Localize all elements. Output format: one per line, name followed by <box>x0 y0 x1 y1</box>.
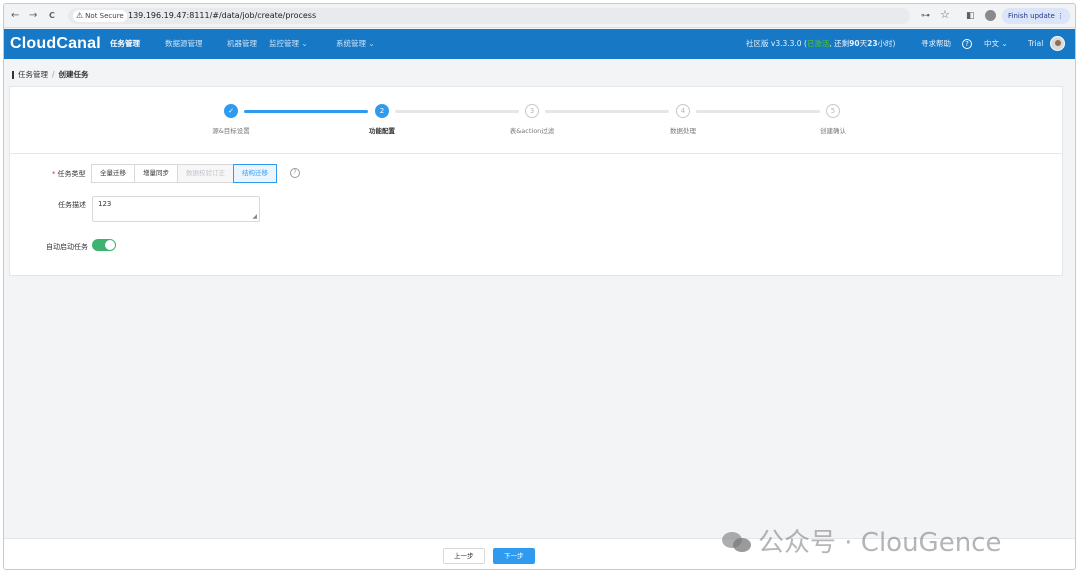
task-description-value: 123 <box>98 200 112 208</box>
forward-arrow-icon[interactable]: → <box>29 9 37 23</box>
edition-info: 社区版 v3.3.3.0 (已激活, 还剩90天23小时) <box>746 29 895 59</box>
breadcrumb: 任务管理 / 创建任务 <box>12 69 89 80</box>
task-type-schema-migration[interactable]: 结构迁移 <box>233 164 277 183</box>
watermark-text: 公众号 · ClouGence <box>758 528 1002 558</box>
step-3-label: 表&action过滤 <box>509 127 555 135</box>
remaining-suffix: 小时) <box>877 39 896 48</box>
breadcrumb-separator: / <box>52 70 55 79</box>
remaining-day-unit: 天 <box>859 39 868 48</box>
browser-toolbar: ← → C ⚠ Not Secure 139.196.19.47:8111/#/d… <box>4 4 1075 28</box>
step-5-label: 创建确认 <box>820 127 846 135</box>
question-icon: ? <box>962 39 972 49</box>
step-connector-1 <box>244 110 368 113</box>
breadcrumb-bar <box>12 71 14 79</box>
security-chip[interactable]: ⚠ Not Secure <box>73 10 127 22</box>
next-step-button[interactable]: 下一步 <box>493 548 535 564</box>
auto-start-toggle[interactable] <box>92 239 116 251</box>
bookmark-star-icon[interactable]: ☆ <box>940 8 950 22</box>
warning-icon: ⚠ <box>76 11 84 20</box>
back-arrow-icon[interactable]: ← <box>11 9 19 23</box>
cloudcanal-logo[interactable]: CloudCanal <box>10 34 101 54</box>
user-name[interactable]: Trial <box>1028 29 1043 59</box>
app-header: CloudCanal 任务管理 数据源管理 机器管理 监控管理 ⌄ 系统管理 ⌄… <box>4 29 1075 59</box>
step-2-circle: 2 <box>375 104 389 118</box>
step-connector-4 <box>696 110 820 113</box>
browser-window: ← → C ⚠ Not Secure 139.196.19.47:8111/#/d… <box>3 3 1076 570</box>
nav-machine-management[interactable]: 机器管理 <box>227 29 257 59</box>
more-menu-icon: ⋮ <box>1057 12 1065 20</box>
task-type-label: * 任务类型 <box>52 169 86 179</box>
help-link[interactable]: 寻求帮助 <box>921 29 951 59</box>
reload-icon[interactable]: C <box>49 9 55 23</box>
task-type-incremental-sync[interactable]: 增量同步 <box>134 164 178 183</box>
task-type-data-verify[interactable]: 数据校验订正 <box>177 164 234 183</box>
step-4-circle: 4 <box>676 104 690 118</box>
task-description-textarea[interactable]: 123 ◢ <box>92 196 260 222</box>
breadcrumb-current: 创建任务 <box>58 70 89 79</box>
finish-update-button[interactable]: Finish update ⋮ <box>1002 8 1071 24</box>
step-connector-3 <box>545 110 669 113</box>
user-avatar[interactable] <box>1050 36 1065 51</box>
nav-monitor-management[interactable]: 监控管理 ⌄ <box>269 29 308 59</box>
task-type-help-icon[interactable]: ? <box>290 168 300 178</box>
side-panel-icon[interactable]: ◧ <box>966 9 975 23</box>
remaining-prefix: , 还剩 <box>829 39 850 48</box>
security-label: Not Secure <box>85 12 124 20</box>
step-1-check-icon: ✓ <box>224 104 238 118</box>
remaining-hours: 23 <box>867 39 878 48</box>
url-text[interactable]: 139.196.19.47:8111/#/data/job/create/pro… <box>128 10 316 22</box>
step-5-circle: 5 <box>826 104 840 118</box>
nav-system-management[interactable]: 系统管理 ⌄ <box>336 29 375 59</box>
step-1-label: 源&目标设置 <box>212 127 250 135</box>
previous-step-button[interactable]: 上一步 <box>443 548 485 564</box>
create-task-card: ✓ 2 3 4 5 源&目标设置 功能配置 表&action过滤 数据处理 创建… <box>9 86 1063 276</box>
wechat-watermark: 公众号 · ClouGence <box>722 522 1001 559</box>
password-key-icon[interactable]: ⊶ <box>921 9 930 23</box>
profile-avatar-icon[interactable] <box>985 10 996 21</box>
task-description-label: 任务描述 <box>58 201 86 209</box>
step-4-label: 数据处理 <box>670 127 696 135</box>
auto-start-label: 自动启动任务 <box>46 243 88 251</box>
activated-status: 已激活 <box>806 39 830 48</box>
task-type-full-migration[interactable]: 全量迁移 <box>91 164 135 183</box>
nav-task-management[interactable]: 任务管理 <box>110 29 140 59</box>
task-type-radio-group: 全量迁移 增量同步 数据校验订正 结构迁移 <box>91 164 277 183</box>
step-2-label: 功能配置 <box>369 127 395 135</box>
nav-datasource-management[interactable]: 数据源管理 <box>165 29 203 59</box>
wechat-icon <box>722 532 752 554</box>
task-type-label-text: 任务类型 <box>57 170 86 178</box>
edition-version: 社区版 v3.3.3.0 <box>746 39 802 48</box>
address-bar[interactable]: ⚠ Not Secure 139.196.19.47:8111/#/data/jo… <box>68 8 910 24</box>
remaining-days: 90 <box>849 39 860 48</box>
help-question-button[interactable]: ? <box>962 29 972 59</box>
breadcrumb-parent[interactable]: 任务管理 <box>18 70 48 79</box>
language-selector[interactable]: 中文 ⌄ <box>984 29 1008 59</box>
steps-divider <box>10 153 1062 154</box>
step-3-circle: 3 <box>525 104 539 118</box>
required-mark: * <box>52 170 56 178</box>
step-connector-2 <box>395 110 519 113</box>
finish-update-label: Finish update <box>1008 12 1055 20</box>
resize-handle-icon[interactable]: ◢ <box>252 213 257 220</box>
